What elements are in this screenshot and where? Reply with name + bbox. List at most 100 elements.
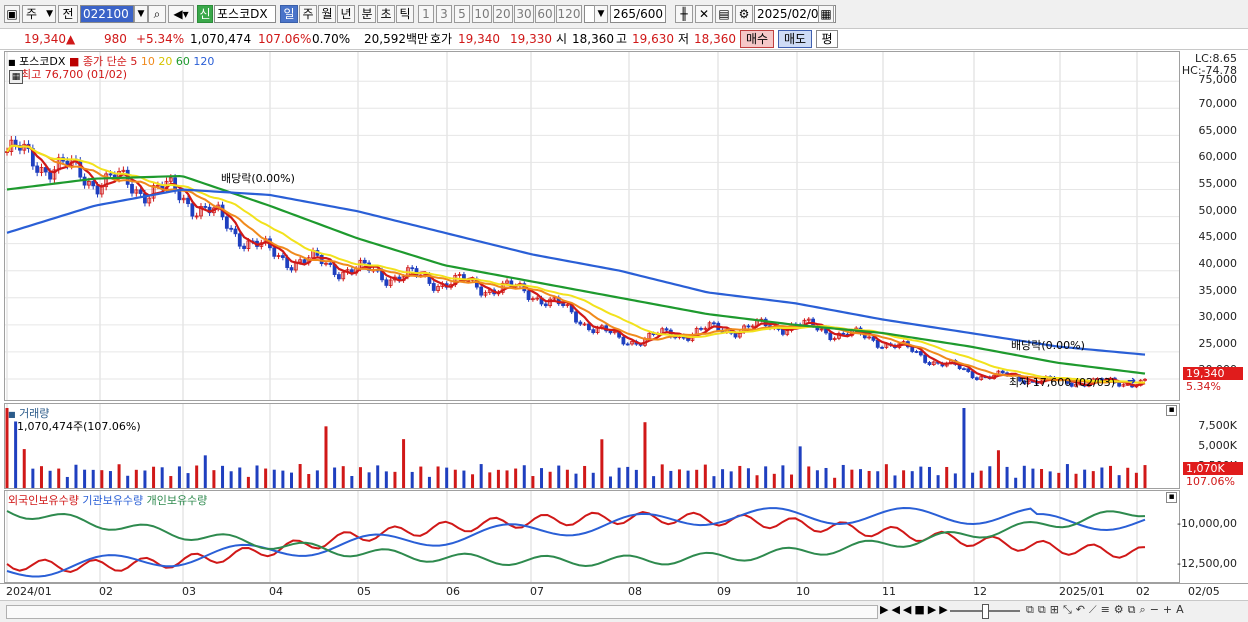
volume-bar [1117,475,1121,488]
volume-bar [221,465,225,488]
scrollbar-track[interactable] [6,605,878,619]
buy-button[interactable]: 매수 [740,30,774,48]
count-field[interactable]: 265/600 [610,5,666,23]
pct-tag: 5.34% [1186,380,1221,393]
calendar-icon[interactable]: ▦ [818,5,834,23]
stock-name-field[interactable]: 포스코DX [214,5,276,23]
holding-pane[interactable]: 외국인보유수량 기관보유수량 개인보유수량 ▪ [4,490,1180,583]
tab-week[interactable]: 주 [299,5,317,23]
copy-icon[interactable]: ⧉ [1026,603,1038,616]
candle-body [302,259,307,264]
candle-body [781,329,785,335]
scope-button[interactable]: 전 [58,5,78,23]
minute-option-30[interactable]: 30 [514,5,534,23]
expand-icon[interactable]: ⤡ [1063,603,1076,616]
volume-bar [781,465,785,488]
x-tick: 2025/01 [1059,585,1105,598]
candle-body [130,183,134,194]
volume-bar [186,473,190,488]
volume-pane[interactable]: ■ 거래량 1,070,474주(107.06%) ▪ [4,403,1180,489]
y-tick: 40,000 [1198,257,1238,270]
low-value: 18,360 [694,32,736,46]
volume-bar [410,471,414,488]
candle-body [1117,382,1122,387]
settings-icon[interactable]: ⚙ [1114,603,1128,616]
minute-option-120[interactable]: 120 [556,5,582,23]
candle-body [272,247,277,257]
candle-body [962,368,966,371]
code-input[interactable]: 022100 [80,5,134,23]
compare-icon[interactable]: ⧉ [1038,603,1050,616]
minute-option-60[interactable]: 60 [535,5,555,23]
volume-bar [677,469,681,488]
tab-tick[interactable]: 틱 [396,5,414,23]
candle-body [712,322,716,325]
pin-icon[interactable]: ⊞ [1050,603,1063,616]
sell-button[interactable]: 매도 [778,30,812,48]
save-icon[interactable]: ▤ [715,5,733,23]
hold-tick: -10,000,00 [1177,517,1237,530]
search-icon[interactable]: ⌕ [1140,603,1150,616]
font-icon[interactable]: A [1176,603,1188,616]
volume-current: 1,070,474주(107.06%) [17,420,141,433]
play-icon[interactable]: ▶ [880,603,891,616]
tab-second[interactable]: 초 [377,5,395,23]
minute-option-5[interactable]: 5 [454,5,470,23]
candle-body [746,325,751,328]
line-icon[interactable]: ⟋ [1089,603,1101,616]
candle-body [970,371,975,379]
candle-icon[interactable]: ╫ [675,5,693,23]
volume-bar [384,471,388,488]
tab-minute[interactable]: 분 [358,5,376,23]
candle-body [574,311,578,323]
volume-bar [496,469,500,488]
minute-option-1[interactable]: 1 [418,5,434,23]
high-label: 고 [616,32,628,46]
volume-bar [108,471,112,488]
y-tick: 55,000 [1198,177,1238,190]
bottom-bar: ▶◀◀■▶▶ ⧉⧉⊞⤡↶⟋≡⚙⧉⌕−+A [0,600,1248,622]
tab-month[interactable]: 월 [318,5,336,23]
search-icon[interactable]: ⌕ [148,5,166,23]
zoom-slider-handle[interactable] [982,604,989,619]
gear-icon[interactable]: ⚙ [735,5,753,23]
minute-option-10[interactable]: 10 [472,5,492,23]
volume-ratio: 107.06% [258,32,312,46]
x-tick: 07 [530,585,544,598]
y-tick: 60,000 [1198,150,1238,163]
window-menu-icon[interactable]: ▣ [4,5,20,23]
turnover-value: 0.70% [312,32,351,46]
dividend-note-1: 배당락(0.00%) [221,172,295,185]
minute-option-20[interactable]: 20 [493,5,513,23]
rewind-icon[interactable]: ◀◀ [891,603,914,616]
close-icon[interactable]: ▪ [1166,492,1177,503]
candle-body [328,262,333,265]
market-label: 주 [26,7,38,21]
table-icon[interactable]: ▦ [9,70,23,84]
market-select[interactable]: 주 ▼ [22,5,56,23]
price-pane[interactable]: ■ 포스코DX ■ 종가 단순 5 10 20 60 120 최고 76,700… [4,51,1180,401]
undo-icon[interactable]: ↶ [1076,603,1089,616]
eval-button[interactable]: 평 [816,30,838,48]
copy2-icon[interactable]: ⧉ [1128,603,1140,616]
close-icon[interactable]: ▪ [1166,405,1177,416]
zoom-in-icon[interactable]: + [1163,603,1176,616]
zoom-out-icon[interactable]: − [1150,603,1163,616]
code-dropdown-icon[interactable]: ▼ [134,5,148,23]
tab-year[interactable]: 년 [337,5,355,23]
volume-bar [910,471,914,488]
tab-day[interactable]: 일 [280,5,298,23]
crosshair-icon[interactable]: ✕ [695,5,713,23]
volume-bar [272,469,276,488]
forward-icon[interactable]: ▶▶ [928,603,951,616]
foreign-holding-label: 외국인보유수량 [8,494,79,507]
minute-option-3[interactable]: 3 [436,5,452,23]
list-icon[interactable]: ≡ [1101,603,1114,616]
volume-bar [298,464,302,488]
custom-period-dropdown-icon[interactable]: ▼ [594,5,608,23]
playback-controls: ▶◀◀■▶▶ [880,603,951,616]
volume-bar [755,475,759,488]
speaker-icon[interactable]: ◀▾ [168,5,194,23]
volume-value: 1,070,474 [190,32,252,46]
stop-icon[interactable]: ■ [914,603,927,616]
